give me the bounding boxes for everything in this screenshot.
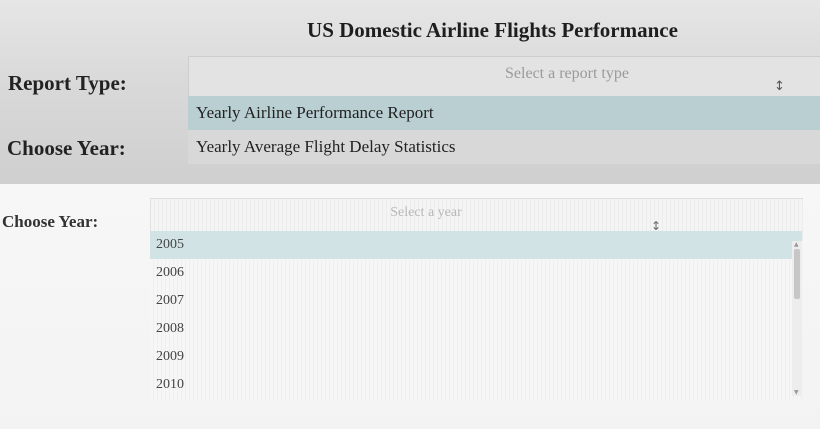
- menu-option-yearly-airline-performance[interactable]: Yearly Airline Performance Report: [188, 96, 820, 130]
- scroll-up-icon[interactable]: ▲: [794, 241, 799, 248]
- report-type-menu: Yearly Airline Performance Report Yearly…: [188, 96, 820, 164]
- menu-option-2005[interactable]: 2005: [150, 231, 802, 259]
- menu-option-2009[interactable]: 2009: [150, 343, 802, 371]
- page-title: US Domestic Airline Flights Performance: [307, 18, 678, 42]
- choose-year-label-top: Choose Year:: [7, 136, 126, 160]
- scrollbar-thumb[interactable]: [794, 249, 800, 299]
- menu-option-2008[interactable]: 2008: [150, 315, 802, 343]
- menu-option-2006[interactable]: 2006: [150, 259, 802, 287]
- year-panel: Choose Year: Select a year ↕ 2005 2006 2…: [0, 184, 820, 429]
- menu-option-2010[interactable]: 2010: [150, 371, 802, 399]
- scroll-down-icon[interactable]: ▼: [794, 389, 799, 396]
- report-type-label: Report Type:: [8, 71, 127, 95]
- choose-year-label: Choose Year:: [2, 212, 99, 231]
- chevron-updown-icon[interactable]: ↕: [774, 79, 785, 94]
- menu-option-2007[interactable]: 2007: [150, 287, 802, 315]
- report-type-placeholder: Select a report type: [505, 65, 629, 82]
- report-type-dropdown[interactable]: Select a report type ↕: [188, 56, 820, 97]
- year-menu-scrollbar[interactable]: ▲ ▼: [792, 241, 802, 396]
- year-menu: 2005 2006 2007 2008 2009 2010: [150, 231, 802, 401]
- year-placeholder: Select a year: [390, 205, 462, 220]
- report-panel: US Domestic Airline Flights Performance …: [0, 0, 820, 184]
- page: US Domestic Airline Flights Performance …: [0, 0, 820, 429]
- menu-option-yearly-average-delay[interactable]: Yearly Average Flight Delay Statistics: [188, 130, 820, 164]
